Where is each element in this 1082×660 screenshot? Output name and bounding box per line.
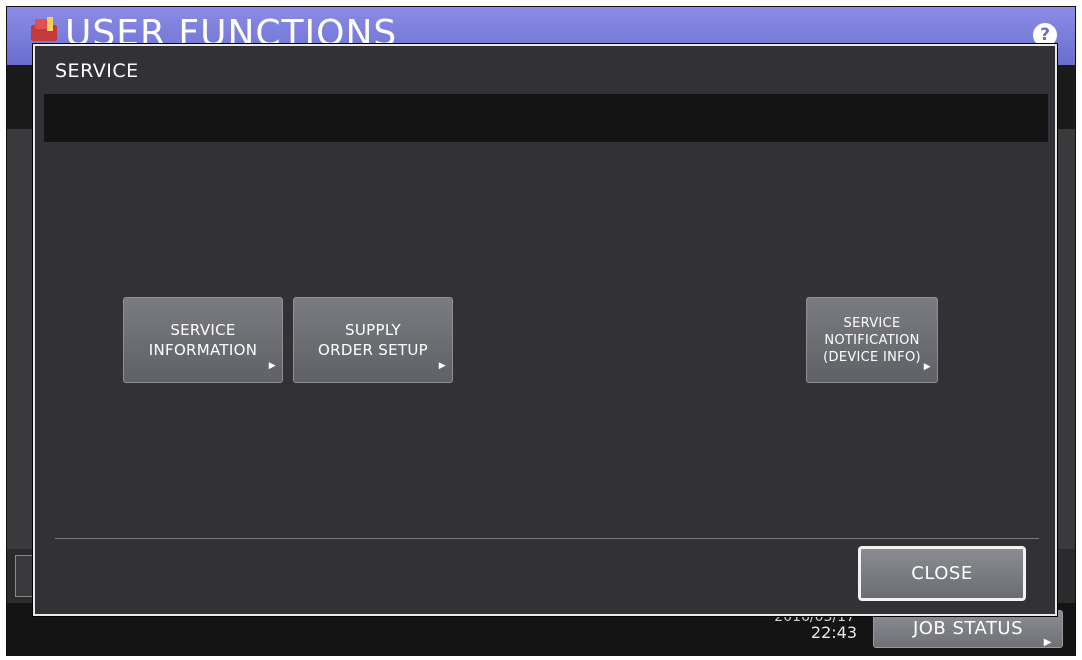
arrow-right-icon: ▶ <box>923 362 931 372</box>
dialog-message-bar <box>44 94 1048 142</box>
device-screen: USER FUNCTIONS ? 2016/03/17 22:43 JOB ST… <box>6 6 1076 656</box>
service-notification-button[interactable]: SERVICE NOTIFICATION (DEVICE INFO) ▶ <box>806 297 938 383</box>
supply-order-setup-button[interactable]: SUPPLY ORDER SETUP ▶ <box>293 297 453 383</box>
button-line: SERVICE <box>843 315 901 331</box>
time-readout: 22:43 <box>810 623 857 642</box>
button-line: INFORMATION <box>148 341 258 359</box>
arrow-right-icon: ▶ <box>1043 637 1052 648</box>
arrow-right-icon: ▶ <box>438 361 446 371</box>
button-line: SERVICE <box>170 321 236 339</box>
dialog-divider <box>55 538 1039 539</box>
service-information-button[interactable]: SERVICE INFORMATION ▶ <box>123 297 283 383</box>
service-dialog: SERVICE SERVICE INFORMATION ▶ SUPPLY ORD… <box>33 44 1057 616</box>
arrow-right-icon: ▶ <box>268 361 276 371</box>
job-status-label: JOB STATUS <box>912 618 1024 639</box>
button-line: SUPPLY <box>345 321 401 339</box>
user-functions-icon <box>31 17 57 41</box>
dialog-title: SERVICE <box>55 60 139 82</box>
close-button[interactable]: CLOSE <box>858 546 1026 601</box>
button-line: ORDER SETUP <box>318 341 428 359</box>
button-line: (DEVICE INFO) <box>823 349 921 365</box>
button-line: NOTIFICATION <box>824 332 920 348</box>
